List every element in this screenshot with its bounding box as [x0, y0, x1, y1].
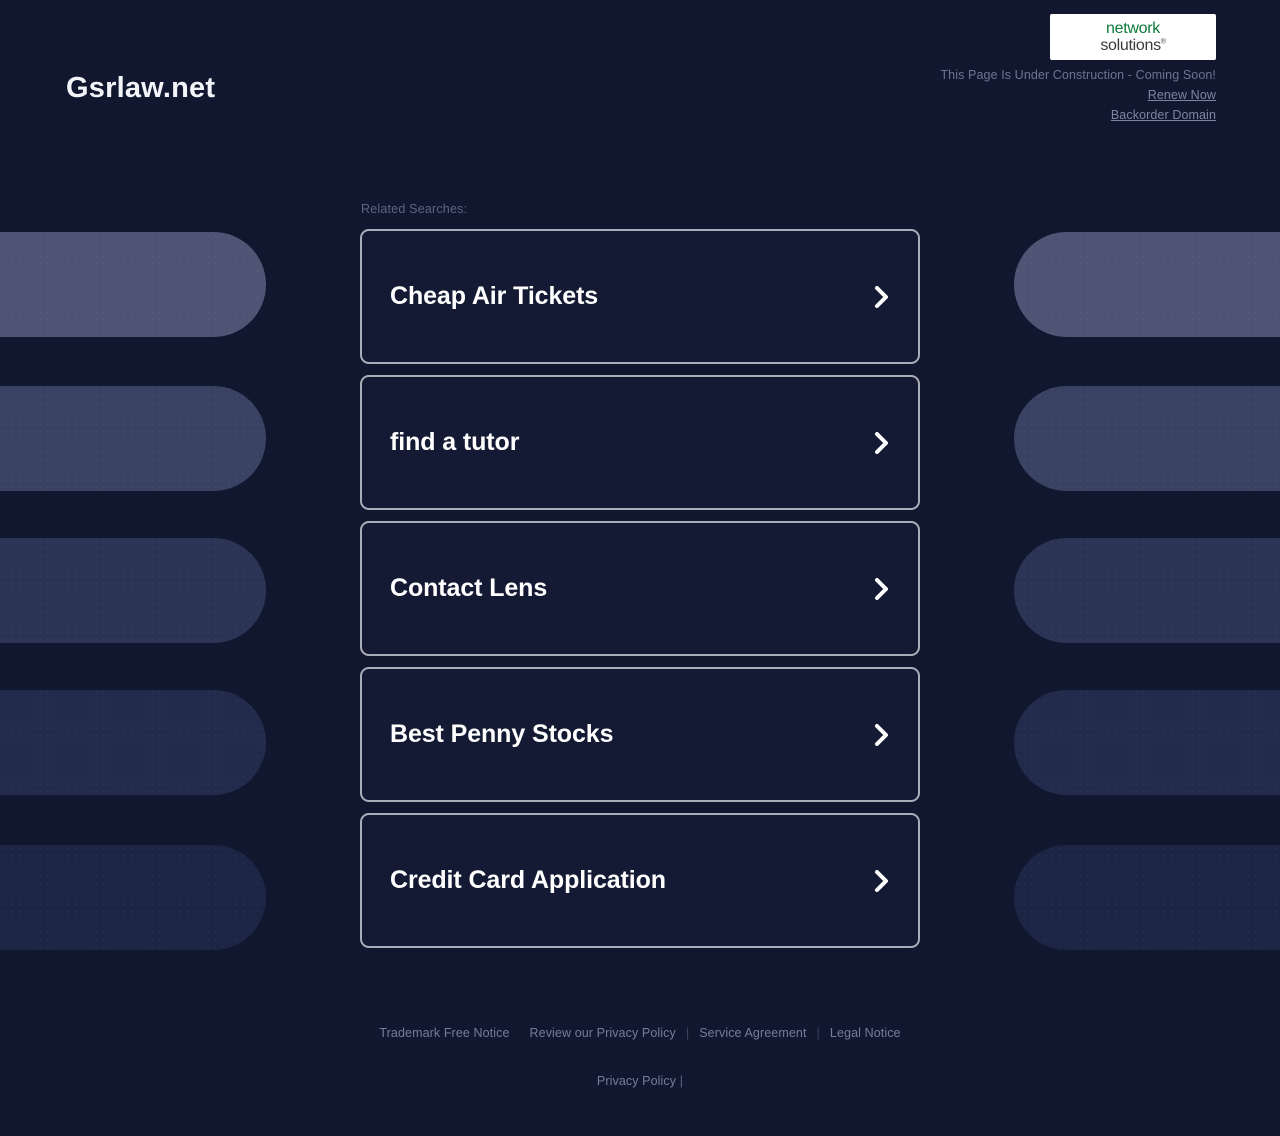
page-footer: Trademark Free Notice Review our Privacy…	[0, 1025, 1280, 1088]
decorative-pills-left	[0, 0, 266, 1136]
chevron-right-icon	[872, 575, 892, 603]
footer-links: Trademark Free Notice Review our Privacy…	[0, 1025, 1280, 1040]
chevron-right-icon	[872, 283, 892, 311]
page-header: Gsrlaw.net network solutions® This Page …	[0, 0, 1280, 150]
related-search-card[interactable]: Cheap Air Tickets	[360, 229, 920, 364]
page-title: Gsrlaw.net	[66, 72, 215, 105]
related-search-card[interactable]: Credit Card Application	[360, 813, 920, 948]
decorative-pill	[0, 845, 266, 950]
service-agreement-link[interactable]: Service Agreement	[689, 1026, 816, 1040]
decorative-pill	[1014, 232, 1280, 337]
decorative-pills-right	[1014, 0, 1280, 1136]
trademark-free-notice-link[interactable]: Trademark Free Notice	[369, 1026, 519, 1040]
logo-line-one: network	[1106, 21, 1160, 37]
related-search-label: Best Penny Stocks	[390, 720, 613, 749]
backorder-domain-link[interactable]: Backorder Domain	[940, 108, 1216, 122]
footer-bottom-row: Privacy Policy |	[0, 1074, 1280, 1088]
header-status-block: This Page Is Under Construction - Coming…	[940, 68, 1216, 128]
registered-mark-icon: ®	[1161, 38, 1166, 45]
status-text: This Page Is Under Construction - Coming…	[940, 68, 1216, 82]
related-search-card[interactable]: find a tutor	[360, 375, 920, 510]
related-searches-label: Related Searches:	[360, 202, 920, 216]
decorative-pill	[0, 690, 266, 795]
chevron-right-icon	[872, 867, 892, 895]
decorative-pill	[1014, 690, 1280, 795]
decorative-pill	[0, 232, 266, 337]
legal-notice-link[interactable]: Legal Notice	[820, 1026, 911, 1040]
chevron-right-icon	[872, 721, 892, 749]
renew-now-link[interactable]: Renew Now	[940, 88, 1216, 102]
decorative-pill	[0, 538, 266, 643]
page-root: Gsrlaw.net network solutions® This Page …	[0, 0, 1280, 1136]
logo-line-two: solutions®	[1100, 38, 1165, 54]
decorative-pill	[1014, 386, 1280, 491]
related-search-card[interactable]: Contact Lens	[360, 521, 920, 656]
decorative-pill	[1014, 538, 1280, 643]
privacy-policy-link[interactable]: Privacy Policy	[597, 1074, 676, 1088]
decorative-pill	[1014, 845, 1280, 950]
network-solutions-logo: network solutions®	[1050, 14, 1216, 60]
related-search-label: find a tutor	[390, 428, 519, 457]
related-search-label: Contact Lens	[390, 574, 547, 603]
related-search-card[interactable]: Best Penny Stocks	[360, 667, 920, 802]
review-privacy-policy-link[interactable]: Review our Privacy Policy	[520, 1026, 686, 1040]
footer-bottom-separator: |	[680, 1074, 683, 1088]
chevron-right-icon	[872, 429, 892, 457]
related-search-label: Credit Card Application	[390, 866, 666, 895]
related-search-label: Cheap Air Tickets	[390, 282, 598, 311]
related-searches-list: Cheap Air Tickets find a tutor Contact L…	[360, 229, 920, 948]
decorative-pill	[0, 386, 266, 491]
main-content: Related Searches: Cheap Air Tickets find…	[360, 202, 920, 948]
